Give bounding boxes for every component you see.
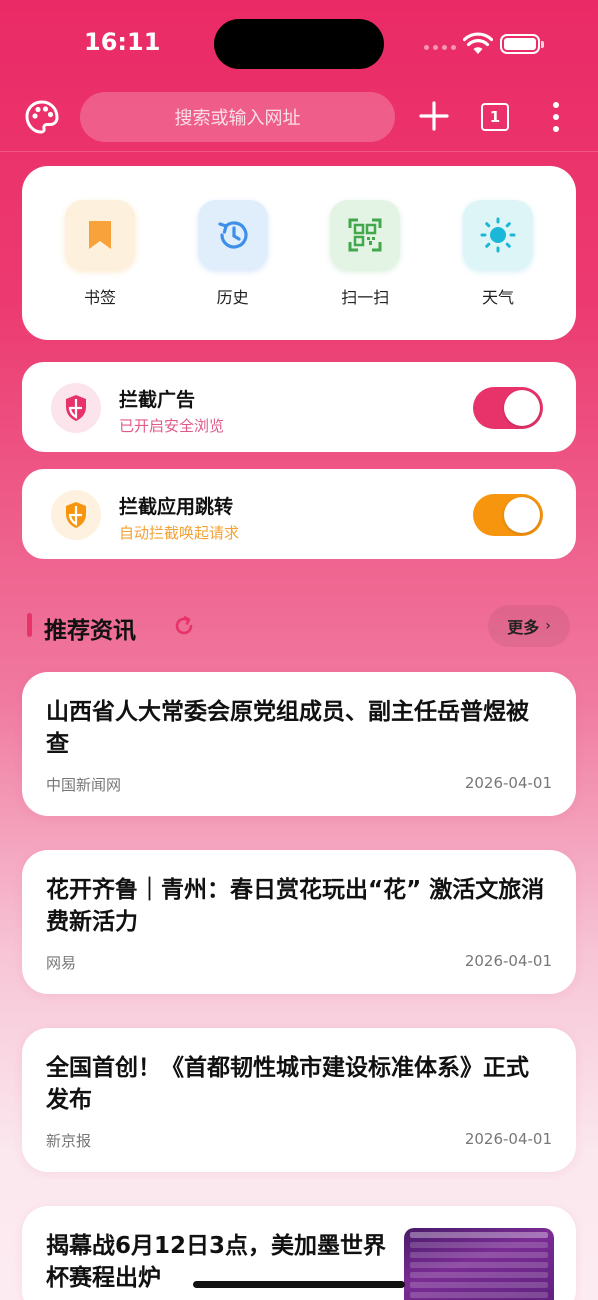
more-news-label: 更多 (507, 618, 540, 637)
news-title: 山西省人大常委会原党组成员、副主任岳普煜被查 (46, 699, 529, 757)
new-tab-plus-icon[interactable] (418, 100, 450, 132)
quick-actions-card: 书签 历史 扫一扫 天气 (22, 166, 576, 340)
news-section-title: 推荐资讯 (44, 618, 136, 644)
qr-scan-icon (348, 218, 382, 252)
news-date: 2026-04-01 (464, 1130, 552, 1148)
dynamic-island (214, 19, 384, 69)
news-source: 中国新闻网 (46, 776, 122, 794)
shield-icon (66, 395, 86, 421)
news-card[interactable]: 山西省人大常委会原党组成员、副主任岳普煜被查 中国新闻网 2026-04-01 (22, 672, 576, 816)
news-card[interactable]: 全国首创！《首都韧性城市建设标准体系》正式发布 新京报 2026-04-01 (22, 1028, 576, 1172)
quick-action-label: 扫一扫 (341, 288, 390, 307)
more-news-button[interactable]: 更多 › (488, 605, 570, 647)
browser-toolbar: 搜索或输入网址 1 (0, 92, 598, 144)
battery-icon (500, 34, 544, 54)
shield-icon (66, 502, 86, 528)
news-source: 新京报 (46, 1132, 92, 1150)
news-title: 全国首创！《首都韧性城市建设标准体系》正式发布 (46, 1055, 529, 1113)
wifi-icon (463, 32, 493, 54)
quick-action-scan[interactable]: 扫一扫 (329, 200, 401, 340)
app-redirect-block-title: 拦截应用跳转 (119, 496, 234, 518)
news-title: 花开齐鲁｜青州：春日赏花玩出“花” 激活文旅消费新活力 (46, 877, 545, 935)
section-accent-bar (27, 613, 32, 637)
quick-action-weather[interactable]: 天气 (462, 200, 534, 340)
news-date: 2026-04-01 (464, 952, 552, 970)
tab-switcher-button[interactable]: 1 (481, 103, 509, 131)
news-date: 2026-04-01 (464, 774, 552, 792)
address-search-bar[interactable]: 搜索或输入网址 (80, 92, 395, 142)
more-menu-icon[interactable] (545, 100, 567, 134)
status-time: 16:11 (84, 28, 161, 56)
quick-action-label: 天气 (481, 288, 514, 307)
bookmark-icon (89, 221, 111, 249)
ad-block-card: 拦截广告 已开启安全浏览 (22, 362, 576, 452)
app-redirect-block-card: 拦截应用跳转 自动拦截唤起请求 (22, 469, 576, 559)
status-bar: 16:11 (0, 0, 598, 90)
quick-action-label: 书签 (83, 288, 116, 307)
cellular-signal-icon (424, 45, 456, 50)
ad-block-toggle[interactable] (473, 387, 543, 429)
history-icon (218, 221, 248, 249)
news-thumbnail (404, 1228, 554, 1300)
ad-block-subtitle: 已开启安全浏览 (119, 417, 225, 435)
quick-action-label: 历史 (216, 288, 249, 307)
news-card[interactable]: 花开齐鲁｜青州：春日赏花玩出“花” 激活文旅消费新活力 网易 2026-04-0… (22, 850, 576, 994)
refresh-icon[interactable] (172, 614, 196, 638)
news-source: 网易 (46, 954, 77, 972)
chevron-right-icon: › (545, 618, 551, 634)
app-redirect-block-subtitle: 自动拦截唤起请求 (119, 524, 240, 542)
home-indicator[interactable] (193, 1281, 405, 1288)
sun-icon (480, 217, 516, 253)
quick-action-history[interactable]: 历史 (197, 200, 269, 340)
toolbar-divider (0, 151, 598, 152)
palette-icon[interactable] (24, 99, 60, 135)
ad-block-title: 拦截广告 (119, 389, 196, 411)
news-section-header: 推荐资讯 更多 › (22, 604, 576, 648)
app-redirect-block-toggle[interactable] (473, 494, 543, 536)
quick-action-bookmarks[interactable]: 书签 (64, 200, 136, 340)
